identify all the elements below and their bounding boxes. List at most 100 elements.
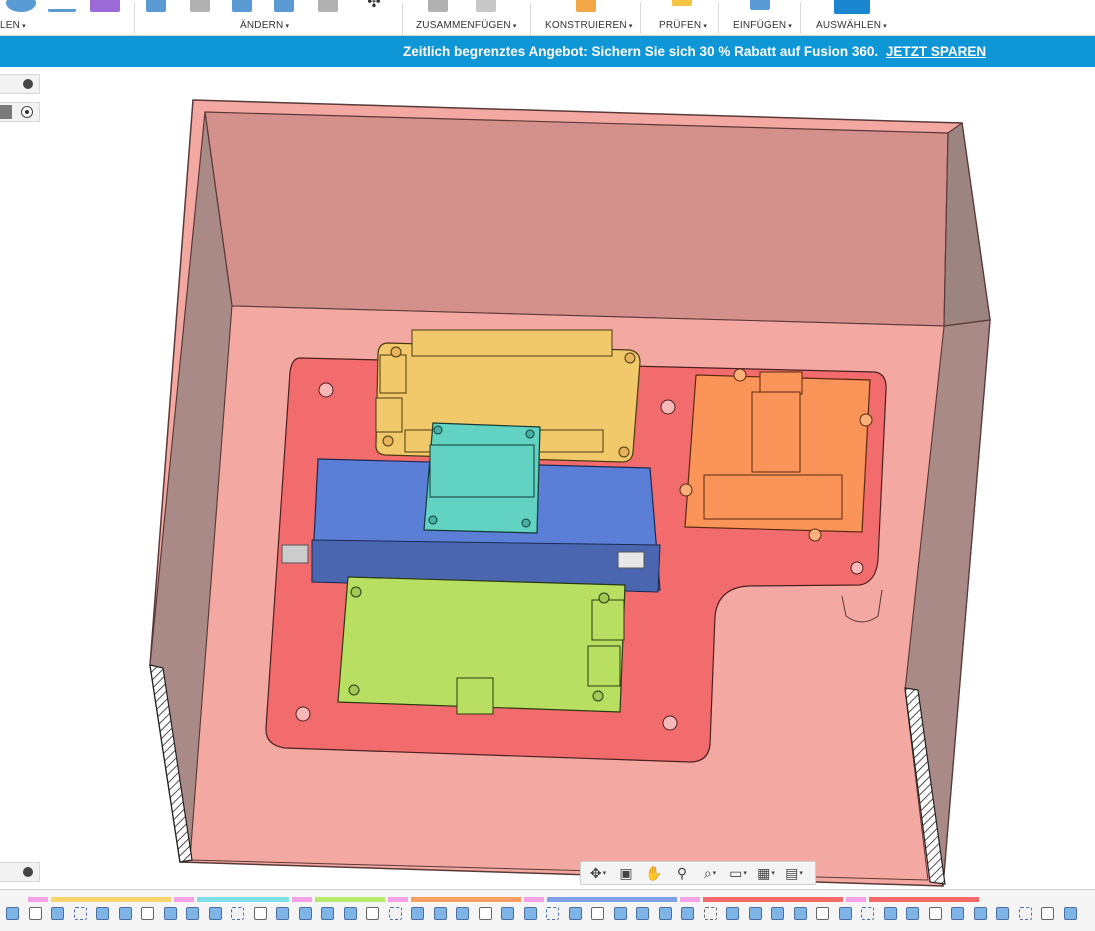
timeline-feature-icon[interactable] [73, 907, 87, 920]
group-zusammenfuegen[interactable]: ZUSAMMENFÜGEN ▾ [416, 20, 517, 31]
timeline-group-bar [197, 897, 289, 902]
timeline-feature-icon[interactable] [816, 907, 829, 920]
look-at-button[interactable]: ▣ [613, 863, 639, 883]
caret-down-icon: ▾ [712, 870, 717, 877]
timeline-group-bar [680, 897, 700, 902]
sketch-tool-icon[interactable] [48, 0, 76, 12]
group-pruefen-label: PRÜFEN [659, 20, 702, 31]
timeline-feature-icon[interactable] [681, 907, 694, 920]
promo-link[interactable]: JETZT SPAREN [886, 44, 986, 59]
timeline-feature-icon[interactable] [208, 907, 222, 920]
group-aendern[interactable]: ÄNDERN ▾ [240, 20, 289, 31]
timeline-feature-icon[interactable] [343, 907, 357, 920]
timeline-feature-icon[interactable] [321, 907, 334, 920]
move-icon[interactable]: ✣ [364, 0, 384, 12]
timeline-feature-icon[interactable] [388, 907, 402, 920]
timeline-group-bar [28, 897, 48, 902]
timeline-group-bar [51, 897, 171, 902]
construct-plane-icon[interactable] [576, 0, 596, 12]
timeline-feature-icon[interactable] [28, 907, 42, 920]
timeline-feature-icon[interactable] [546, 907, 559, 920]
timeline-feature-icon[interactable] [1063, 907, 1077, 920]
timeline-feature-icon[interactable] [186, 907, 199, 920]
timeline-feature-icon[interactable] [883, 907, 897, 920]
timeline-feature-icon[interactable] [1018, 907, 1032, 920]
timeline-feature-icon[interactable] [51, 907, 64, 920]
group-erstellen[interactable]: LEN ▾ [0, 20, 26, 31]
teal-display-board[interactable] [423, 422, 541, 534]
display-settings-button[interactable]: ▭ ▾ [725, 863, 751, 883]
timeline-feature-icon[interactable] [568, 907, 582, 920]
timeline-feature-icon[interactable] [6, 907, 19, 920]
group-konstruieren[interactable]: KONSTRUIEREN ▾ [545, 20, 633, 31]
caret-down-icon: ▾ [883, 23, 887, 30]
orange-module[interactable] [679, 368, 873, 542]
timeline-feature-icon[interactable] [928, 907, 942, 920]
zoom-button[interactable]: ⚲ [669, 863, 695, 883]
select-cursor-icon[interactable] [834, 0, 870, 14]
timeline-feature-icon[interactable] [591, 907, 604, 920]
timeline-feature-icon[interactable] [636, 907, 649, 920]
timeline-feature-icon[interactable] [501, 907, 514, 920]
timeline-feature-icon[interactable] [276, 907, 289, 920]
grid-settings-button[interactable]: ▦ ▾ [753, 863, 779, 883]
separator [800, 2, 801, 34]
timeline-feature-icon[interactable] [96, 907, 109, 920]
timeline-feature-icon[interactable] [838, 907, 852, 920]
timeline-feature-icon[interactable] [411, 907, 424, 920]
orbit-button[interactable]: ✥ ▾ [585, 863, 611, 883]
timeline-feature-icon[interactable] [366, 907, 379, 920]
promo-text: Zeitlich begrenztes Angebot: Sichern Sie… [403, 44, 986, 59]
group-konstruieren-label: KONSTRUIEREN [545, 20, 627, 31]
timeline-feature-icon[interactable] [298, 907, 312, 920]
timeline-feature-icon[interactable] [861, 907, 874, 920]
caret-down-icon: ▾ [703, 23, 708, 30]
shell-icon[interactable] [274, 0, 294, 12]
timeline-feature-icon[interactable] [163, 907, 177, 920]
timeline-feature-icon[interactable] [433, 907, 447, 920]
timeline-feature-icon[interactable] [478, 907, 492, 920]
as-built-joint-icon[interactable] [476, 0, 496, 12]
form-tool-icon[interactable] [90, 0, 120, 12]
timeline-feature-icon[interactable] [141, 907, 154, 920]
timeline-feature-icon[interactable] [973, 907, 987, 920]
timeline-feature-icon[interactable] [771, 907, 784, 920]
fit-icon: ⌕ [703, 864, 712, 881]
timeline[interactable] [0, 889, 1095, 931]
green-controller-board[interactable] [337, 576, 626, 715]
timeline-feature-icon[interactable] [118, 907, 132, 920]
timeline-feature-icon[interactable] [231, 907, 244, 920]
timeline-group-bar [547, 897, 677, 902]
timeline-feature-icon[interactable] [906, 907, 919, 920]
sphere-tool-icon[interactable] [6, 0, 36, 12]
3d-viewport[interactable] [0, 67, 1095, 889]
timeline-feature-icon[interactable] [793, 907, 807, 920]
zoom-icon: ⚲ [676, 864, 688, 881]
measure-icon[interactable] [672, 0, 692, 6]
timeline-feature-icon[interactable] [456, 907, 469, 920]
timeline-feature-icon[interactable] [523, 907, 537, 920]
joint-icon[interactable] [428, 0, 448, 12]
group-einfuegen[interactable]: EINFÜGEN ▾ [733, 20, 792, 31]
timeline-feature-icon[interactable] [726, 907, 739, 920]
fit-button[interactable]: ⌕ ▾ [697, 863, 723, 883]
timeline-feature-icon[interactable] [703, 907, 717, 920]
fillet-icon[interactable] [190, 0, 210, 12]
pan-button[interactable]: ✋ [641, 863, 667, 883]
timeline-feature-icon[interactable] [748, 907, 762, 920]
timeline-feature-icon[interactable] [253, 907, 267, 920]
insert-image-icon[interactable] [750, 0, 770, 10]
timeline-feature-icon[interactable] [613, 907, 627, 920]
group-auswaehlen[interactable]: AUSWÄHLEN ▾ [816, 20, 887, 31]
press-pull-icon[interactable] [146, 0, 166, 12]
timeline-group-bar [388, 897, 408, 902]
viewports-button[interactable]: ▤ ▾ [781, 863, 807, 883]
timeline-feature-icon[interactable] [951, 907, 964, 920]
timeline-feature-icon[interactable] [1041, 907, 1054, 920]
chamfer-icon[interactable] [232, 0, 252, 12]
timeline-feature-icon[interactable] [658, 907, 672, 920]
group-pruefen[interactable]: PRÜFEN ▾ [659, 20, 707, 31]
timeline-feature-icon[interactable] [996, 907, 1009, 920]
scale-icon[interactable] [318, 0, 338, 12]
navigation-bar: ✥ ▾ ▣ ✋ ⚲ ⌕ ▾ ▭ ▾ ▦ ▾ ▤ ▾ [580, 861, 816, 885]
